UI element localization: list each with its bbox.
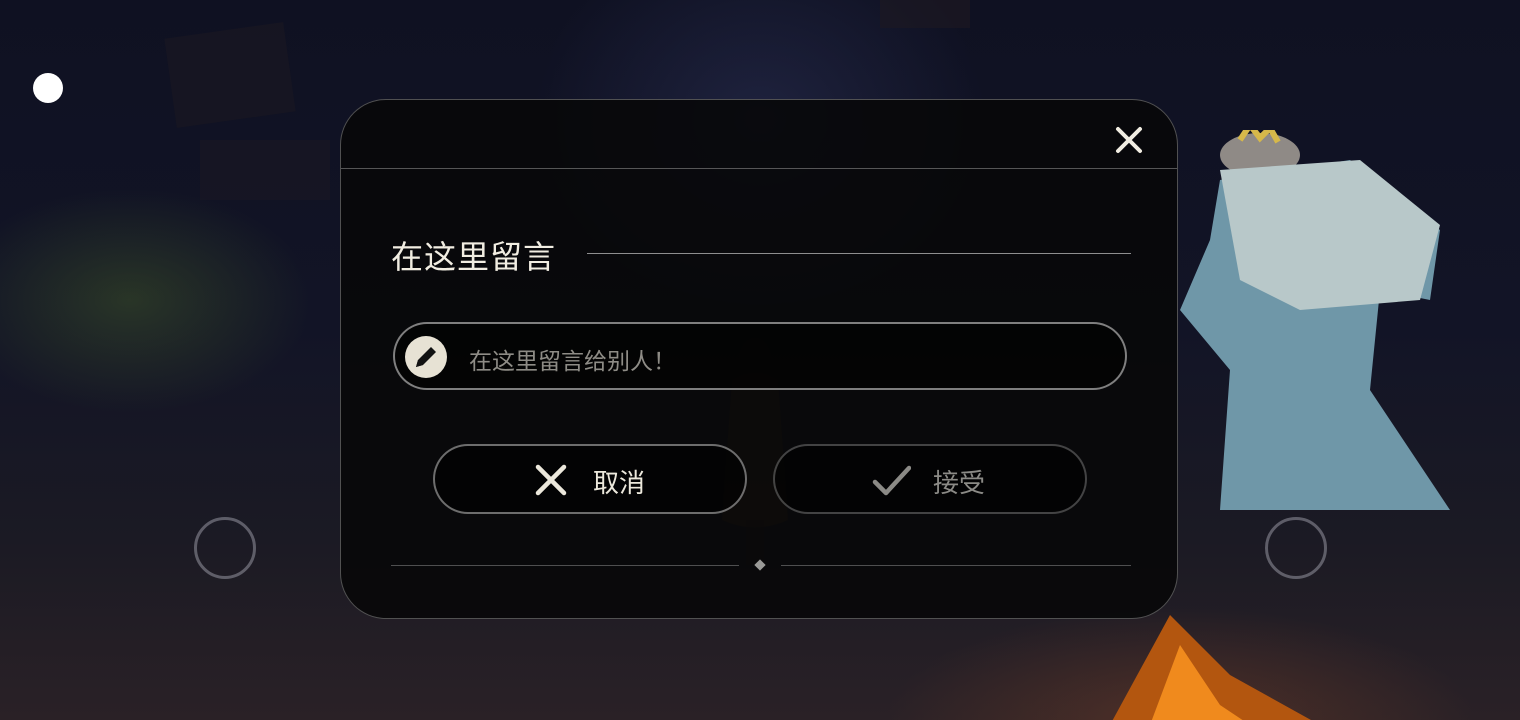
input-placeholder: 在这里留言给别人！	[469, 349, 676, 375]
dialog-title: 在这里留言	[391, 238, 557, 276]
checkmark-icon	[872, 465, 911, 496]
message-dialog: 在这里留言 在这里留言给别人！ 取消 接受	[340, 99, 1178, 619]
status-dot	[33, 73, 63, 103]
footer-divider-left	[391, 565, 739, 566]
close-icon	[1116, 127, 1142, 153]
left-joystick[interactable]	[194, 517, 256, 579]
accept-label: 接受	[933, 469, 986, 499]
pencil-icon	[405, 336, 447, 378]
right-joystick[interactable]	[1265, 517, 1327, 579]
message-input[interactable]: 在这里留言给别人！	[393, 322, 1127, 390]
footer-diamond-ornament	[754, 559, 766, 571]
cancel-button[interactable]: 取消	[433, 444, 747, 514]
background-rocks	[164, 22, 296, 128]
background-debris	[880, 0, 970, 28]
game-scene-background: 在这里留言 在这里留言给别人！ 取消 接受	[0, 0, 1520, 720]
footer-divider-right	[781, 565, 1131, 566]
accept-button[interactable]: 接受	[773, 444, 1087, 514]
cancel-label: 取消	[593, 469, 646, 499]
x-icon	[535, 464, 567, 496]
ancestor-spirit	[1180, 130, 1450, 510]
header-divider	[341, 168, 1177, 169]
close-button[interactable]	[1111, 122, 1147, 158]
campfire	[1112, 615, 1311, 720]
background-crate	[200, 140, 330, 200]
title-divider	[587, 253, 1131, 254]
